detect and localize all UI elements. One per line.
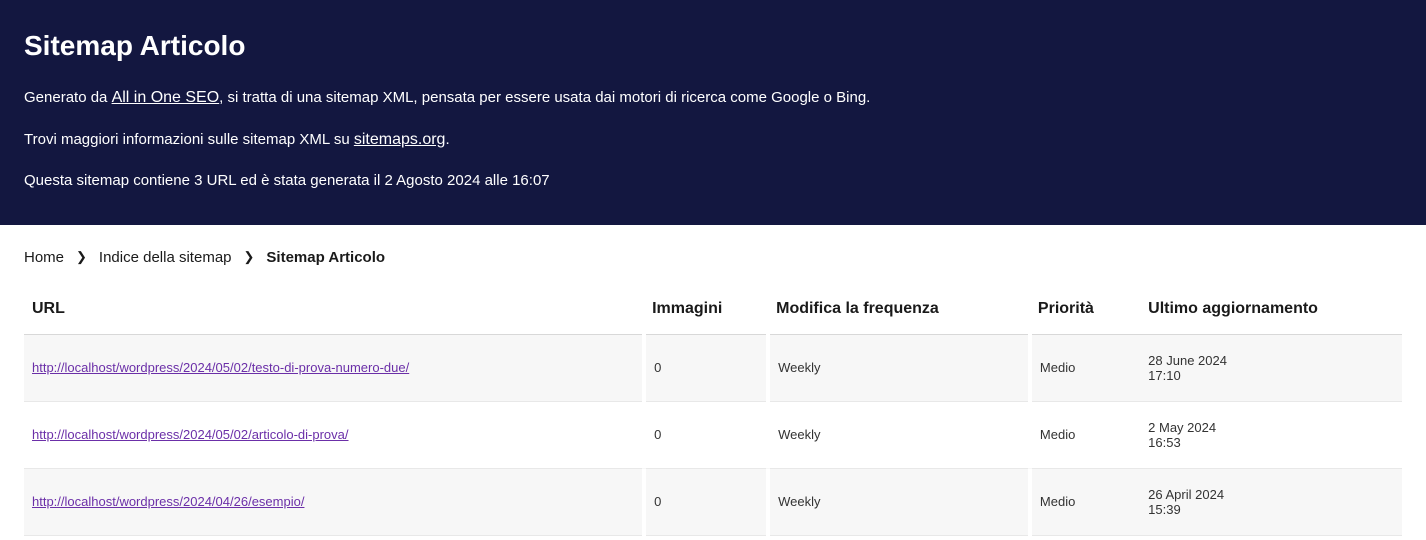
header-priority: Priorità: [1030, 284, 1140, 335]
table-header-row: URL Immagini Modifica la frequenza Prior…: [24, 284, 1402, 335]
updated-date: 28 June 2024: [1148, 353, 1394, 368]
breadcrumb-current: Sitemap Articolo: [266, 249, 385, 266]
cell-updated: 26 April 202415:39: [1140, 468, 1402, 535]
sitemap-url-link[interactable]: http://localhost/wordpress/2024/05/02/te…: [32, 360, 409, 375]
cell-priority: Medio: [1030, 334, 1140, 401]
sitemap-url-link[interactable]: http://localhost/wordpress/2024/05/02/ar…: [32, 427, 349, 442]
chevron-right-icon: ❯: [76, 249, 87, 265]
sitemap-url-link[interactable]: http://localhost/wordpress/2024/04/26/es…: [32, 494, 304, 509]
cell-updated: 28 June 202417:10: [1140, 334, 1402, 401]
updated-time: 15:39: [1148, 502, 1394, 517]
cell-changefreq: Weekly: [768, 468, 1030, 535]
header-updated: Ultimo aggiornamento: [1140, 284, 1402, 335]
breadcrumb-home[interactable]: Home: [24, 249, 64, 266]
header-images: Immagini: [644, 284, 768, 335]
cell-priority: Medio: [1030, 468, 1140, 535]
table-row: http://localhost/wordpress/2024/05/02/te…: [24, 334, 1402, 401]
cell-images: 0: [644, 401, 768, 468]
breadcrumb-index[interactable]: Indice della sitemap: [99, 249, 232, 266]
cell-url: http://localhost/wordpress/2024/04/26/es…: [24, 468, 644, 535]
table-row: http://localhost/wordpress/2024/04/26/es…: [24, 468, 1402, 535]
page-title: Sitemap Articolo: [24, 30, 1402, 62]
cell-images: 0: [644, 468, 768, 535]
updated-time: 17:10: [1148, 368, 1394, 383]
cell-changefreq: Weekly: [768, 334, 1030, 401]
sitemaps-org-link[interactable]: sitemaps.org: [354, 131, 446, 148]
cell-priority: Medio: [1030, 401, 1140, 468]
header-line-3: Questa sitemap contiene 3 URL ed è stata…: [24, 170, 1402, 193]
cell-images: 0: [644, 334, 768, 401]
header-line-1: Generato da All in One SEO, si tratta di…: [24, 86, 1402, 110]
cell-url: http://localhost/wordpress/2024/05/02/te…: [24, 334, 644, 401]
page-header: Sitemap Articolo Generato da All in One …: [0, 0, 1426, 225]
chevron-right-icon: ❯: [244, 249, 255, 265]
cell-url: http://localhost/wordpress/2024/05/02/ar…: [24, 401, 644, 468]
cell-changefreq: Weekly: [768, 401, 1030, 468]
breadcrumb: Home ❯ Indice della sitemap ❯ Sitemap Ar…: [0, 225, 1426, 284]
sitemap-table: URL Immagini Modifica la frequenza Prior…: [24, 284, 1402, 536]
updated-date: 26 April 2024: [1148, 487, 1394, 502]
updated-date: 2 May 2024: [1148, 420, 1394, 435]
header-line-1-prefix: Generato da: [24, 89, 112, 106]
header-line-2: Trovi maggiori informazioni sulle sitema…: [24, 128, 1402, 152]
header-line-1-suffix: , si tratta di una sitemap XML, pensata …: [219, 89, 870, 106]
header-changefreq: Modifica la frequenza: [768, 284, 1030, 335]
all-in-one-seo-link[interactable]: All in One SEO: [112, 89, 220, 106]
updated-time: 16:53: [1148, 435, 1394, 450]
header-line-2-suffix: .: [445, 131, 449, 148]
header-url: URL: [24, 284, 644, 335]
table-row: http://localhost/wordpress/2024/05/02/ar…: [24, 401, 1402, 468]
sitemap-table-container: URL Immagini Modifica la frequenza Prior…: [0, 284, 1426, 536]
cell-updated: 2 May 202416:53: [1140, 401, 1402, 468]
header-line-2-prefix: Trovi maggiori informazioni sulle sitema…: [24, 131, 354, 148]
